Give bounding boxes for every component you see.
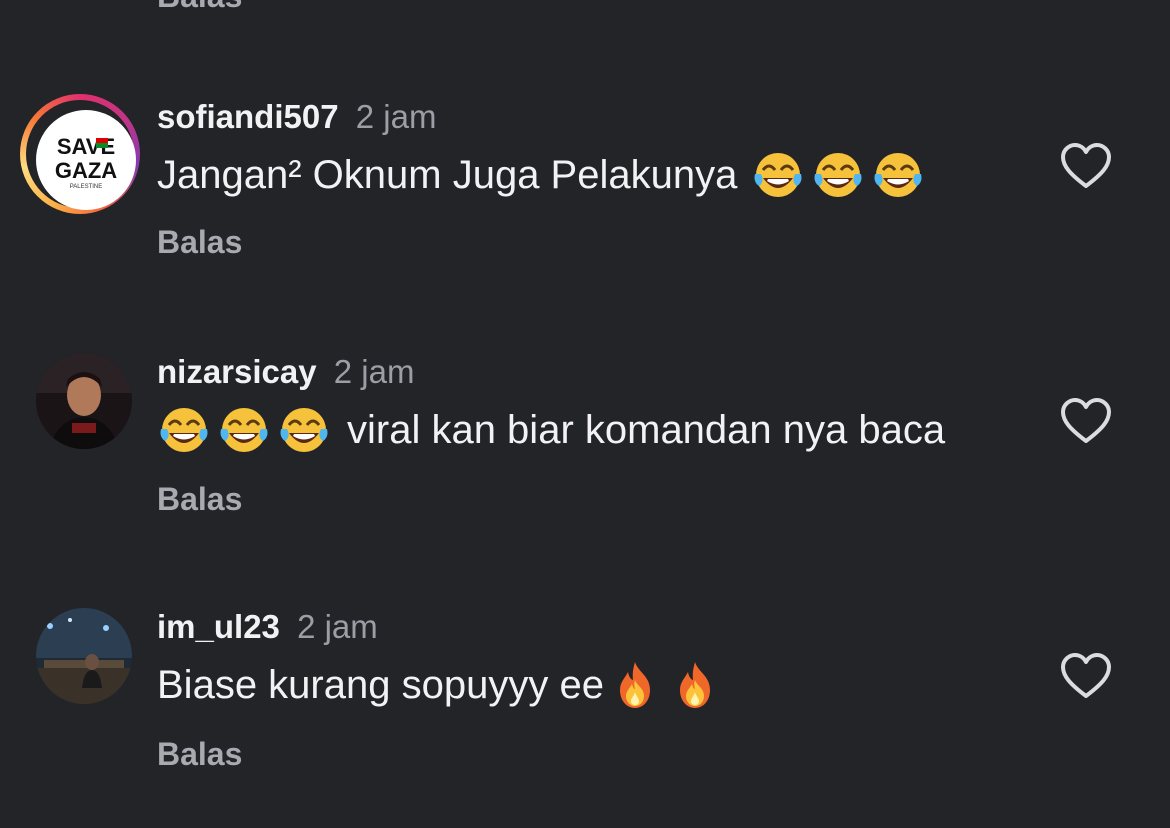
avatar-text: PALESTINE	[70, 184, 103, 190]
comment-item: SAVE GAZA PALESTINE sofiandi507 2 jam Ja…	[0, 94, 1170, 318]
tears-of-joy-emoji	[217, 403, 271, 457]
tears-of-joy-emoji	[871, 148, 925, 202]
like-heart-icon[interactable]	[1060, 652, 1112, 700]
comment-timestamp: 2 jam	[333, 353, 415, 390]
avatar[interactable]	[36, 608, 132, 704]
avatar-story-ring[interactable]: SAVE GAZA PALESTINE	[20, 94, 140, 214]
comment-text: Biase kurang sopuyyy ee	[157, 658, 728, 712]
fire-emoji	[608, 658, 662, 712]
tears-of-joy-emoji	[277, 403, 331, 457]
comment-text: viral kan biar komandan nya baca	[157, 403, 945, 457]
tears-of-joy-emoji	[751, 148, 805, 202]
tears-of-joy-emoji	[811, 148, 865, 202]
avatar[interactable]	[36, 353, 132, 449]
tears-of-joy-emoji	[157, 403, 211, 457]
comment-text: Jangan² Oknum Juga Pelakunya	[157, 148, 931, 202]
reply-button[interactable]: Balas	[157, 481, 242, 518]
like-heart-icon[interactable]	[1060, 397, 1112, 445]
comment-username[interactable]: im_ul23	[157, 608, 280, 645]
comment-item: im_ul23 2 jam Biase kurang sopuyyy ee Ba…	[0, 608, 1170, 828]
like-heart-icon[interactable]	[1060, 142, 1112, 190]
reply-button[interactable]: Balas	[157, 0, 242, 15]
comment-timestamp: 2 jam	[355, 98, 437, 135]
avatar-text: GAZA	[55, 158, 117, 183]
comment-item: nizarsicay 2 jam viral kan biar komandan…	[0, 353, 1170, 573]
comment-timestamp: 2 jam	[297, 608, 378, 645]
comment-username[interactable]: nizarsicay	[157, 353, 317, 390]
reply-button[interactable]: Balas	[157, 224, 242, 261]
comment-username[interactable]: sofiandi507	[157, 98, 339, 135]
avatar: SAVE GAZA PALESTINE	[36, 110, 136, 210]
fire-emoji	[668, 658, 722, 712]
reply-button[interactable]: Balas	[157, 736, 242, 773]
